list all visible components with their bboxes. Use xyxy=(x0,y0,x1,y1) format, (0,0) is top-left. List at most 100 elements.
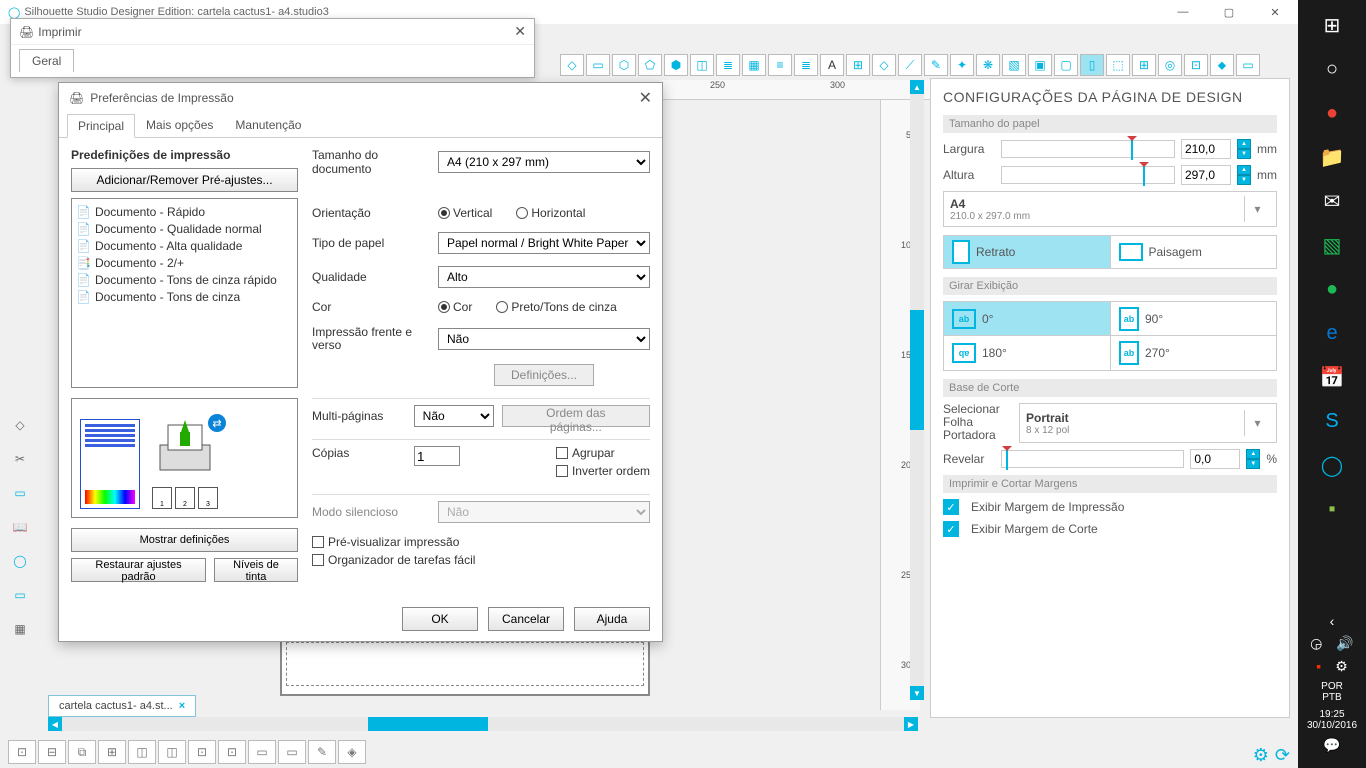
edge-icon[interactable]: e xyxy=(1311,312,1353,354)
tool-icon[interactable]: ◇ xyxy=(560,54,584,76)
align-icon[interactable]: ⊡ xyxy=(218,740,246,764)
close-icon[interactable]: ✕ xyxy=(639,88,652,108)
page-settings-icon[interactable]: ▯ xyxy=(1080,54,1104,76)
radio-horizontal[interactable]: Horizontal xyxy=(516,206,585,220)
ink-levels-button[interactable]: Níveis de tinta xyxy=(214,558,298,582)
quality-select[interactable]: Alto xyxy=(438,266,650,288)
tool-icon[interactable]: ✎ xyxy=(924,54,948,76)
silhouette-icon[interactable]: ◯ xyxy=(1311,444,1353,486)
tool-icon[interactable]: ⬡ xyxy=(612,54,636,76)
tool-icon[interactable]: ▭ xyxy=(5,580,35,610)
text-tool-icon[interactable]: A xyxy=(820,54,844,76)
orientation-landscape-button[interactable]: Paisagem xyxy=(1110,236,1277,268)
tool-icon[interactable]: ▦ xyxy=(5,614,35,644)
cancel-button[interactable]: Cancelar xyxy=(488,607,564,631)
scrollbar-thumb[interactable] xyxy=(368,717,488,731)
preset-item[interactable]: 📄Documento - Tons de cinza rápido xyxy=(76,271,293,288)
tool-icon[interactable]: ≣ xyxy=(716,54,740,76)
cutting-mat-combo[interactable]: Portrait 8 x 12 pol ▾ xyxy=(1019,403,1277,443)
skype-icon[interactable]: S xyxy=(1311,400,1353,442)
eraser-icon[interactable]: ◇ xyxy=(5,410,35,440)
app-icon[interactable]: ▪ xyxy=(1311,488,1353,530)
tool-icon[interactable]: ⬥ xyxy=(1210,54,1234,76)
height-spinner[interactable]: ▲▼ xyxy=(1237,165,1251,185)
tool-icon[interactable]: ⊞ xyxy=(846,54,870,76)
tab-general[interactable]: Geral xyxy=(19,49,74,72)
tool-icon[interactable]: ◯ xyxy=(5,546,35,576)
rotate-180-button[interactable]: qɐ180° xyxy=(944,336,1110,370)
preset-item[interactable]: 📄Documento - Qualidade normal xyxy=(76,220,293,237)
document-tab[interactable]: cartela cactus1- a4.st... × xyxy=(48,695,196,717)
tool-icon[interactable]: ▦ xyxy=(742,54,766,76)
multipage-select[interactable]: Não xyxy=(414,405,494,427)
scroll-left-icon[interactable]: ◀ xyxy=(48,717,62,731)
tool-icon[interactable]: ⊞ xyxy=(1132,54,1156,76)
tool-icon[interactable]: ▭ xyxy=(1236,54,1260,76)
width-spinner[interactable]: ▲▼ xyxy=(1237,139,1251,159)
tab-mais-opcoes[interactable]: Mais opções xyxy=(135,113,224,137)
close-button[interactable]: ✕ xyxy=(1252,0,1298,24)
tool-icon[interactable]: ⬚ xyxy=(1106,54,1130,76)
help-button[interactable]: Ajuda xyxy=(574,607,650,631)
tool-icon[interactable]: ▧ xyxy=(1002,54,1026,76)
tool-icon[interactable]: ▭ xyxy=(5,478,35,508)
preset-item[interactable]: 📑Documento - 2/+ xyxy=(76,254,293,271)
tool-icon[interactable]: ▢ xyxy=(1054,54,1078,76)
gear-icon[interactable]: ⚙ xyxy=(1253,745,1269,766)
checkbox-invert[interactable]: Inverter ordem xyxy=(556,464,650,478)
scroll-down-icon[interactable]: ▼ xyxy=(910,686,924,700)
tool-icon[interactable]: ✦ xyxy=(950,54,974,76)
add-remove-presets-button[interactable]: Adicionar/Remover Pré-ajustes... xyxy=(71,168,298,192)
reveal-slider[interactable] xyxy=(1001,450,1184,468)
preset-item[interactable]: 📄Documento - Alta qualidade xyxy=(76,237,293,254)
preset-item[interactable]: 📄Documento - Tons de cinza xyxy=(76,288,293,305)
close-icon[interactable]: × xyxy=(179,700,185,712)
tool-icon[interactable]: 📖 xyxy=(5,512,35,542)
tool-icon[interactable]: ▣ xyxy=(1028,54,1052,76)
tool-icon[interactable]: ◫ xyxy=(690,54,714,76)
paper-type-select[interactable]: Papel normal / Bright White Paper xyxy=(438,232,650,254)
reveal-spinner[interactable]: ▲▼ xyxy=(1246,449,1260,469)
width-input[interactable] xyxy=(1181,139,1231,159)
windows-start-icon[interactable]: ⊞ xyxy=(1311,4,1353,46)
clock-time[interactable]: 19:25 xyxy=(1298,709,1366,720)
align-icon[interactable]: ✎ xyxy=(308,740,336,764)
radio-vertical[interactable]: Vertical xyxy=(438,206,492,220)
align-icon[interactable]: ⊡ xyxy=(188,740,216,764)
tool-icon[interactable]: ▭ xyxy=(586,54,610,76)
tool-icon[interactable]: ⊡ xyxy=(1184,54,1208,76)
scrollbar-vertical[interactable]: ▲ ▼ xyxy=(910,80,924,700)
refresh-icon[interactable]: ⟳ xyxy=(1275,745,1290,766)
tool-icon[interactable]: ≡ xyxy=(768,54,792,76)
align-icon[interactable]: ▭ xyxy=(278,740,306,764)
copies-input[interactable] xyxy=(414,446,460,466)
explorer-icon[interactable]: 📁 xyxy=(1311,136,1353,178)
align-icon[interactable]: ◫ xyxy=(128,740,156,764)
height-input[interactable] xyxy=(1181,165,1231,185)
scrollbar-thumb[interactable] xyxy=(910,310,924,430)
align-icon[interactable]: ⊡ xyxy=(8,740,36,764)
checkbox-group[interactable]: Agrupar xyxy=(556,446,650,460)
lang-indicator[interactable]: POR xyxy=(1298,681,1366,692)
radio-grayscale[interactable]: Preto/Tons de cinza xyxy=(496,300,616,314)
scroll-up-icon[interactable]: ▲ xyxy=(910,80,924,94)
ok-button[interactable]: OK xyxy=(402,607,478,631)
maximize-button[interactable]: ▢ xyxy=(1206,0,1252,24)
mail-icon[interactable]: ✉ xyxy=(1311,180,1353,222)
reveal-input[interactable] xyxy=(1190,449,1240,469)
align-icon[interactable]: ⊞ xyxy=(98,740,126,764)
checkbox-print-margin[interactable]: ✓ Exibir Margem de Impressão xyxy=(943,499,1277,515)
notifications-icon[interactable]: 💬 xyxy=(1323,737,1340,754)
scrollbar-horizontal[interactable]: ◀ ▶ xyxy=(48,717,918,731)
doc-size-select[interactable]: A4 (210 x 297 mm) xyxy=(438,151,650,173)
calendar-icon[interactable]: 📅 xyxy=(1311,356,1353,398)
tool-icon[interactable]: ❋ xyxy=(976,54,1000,76)
scroll-right-icon[interactable]: ▶ xyxy=(904,717,918,731)
presets-list[interactable]: 📄Documento - Rápido 📄Documento - Qualida… xyxy=(71,198,298,388)
clock-date[interactable]: 30/10/2016 xyxy=(1298,720,1366,731)
tray-icon[interactable]: ⚙ xyxy=(1335,658,1348,675)
duplex-select[interactable]: Não xyxy=(438,328,650,350)
app-icon[interactable]: ▧ xyxy=(1311,224,1353,266)
rotate-0-button[interactable]: ab0° xyxy=(944,302,1110,336)
paper-size-combo[interactable]: A4 210.0 x 297.0 mm ▾ xyxy=(943,191,1277,227)
